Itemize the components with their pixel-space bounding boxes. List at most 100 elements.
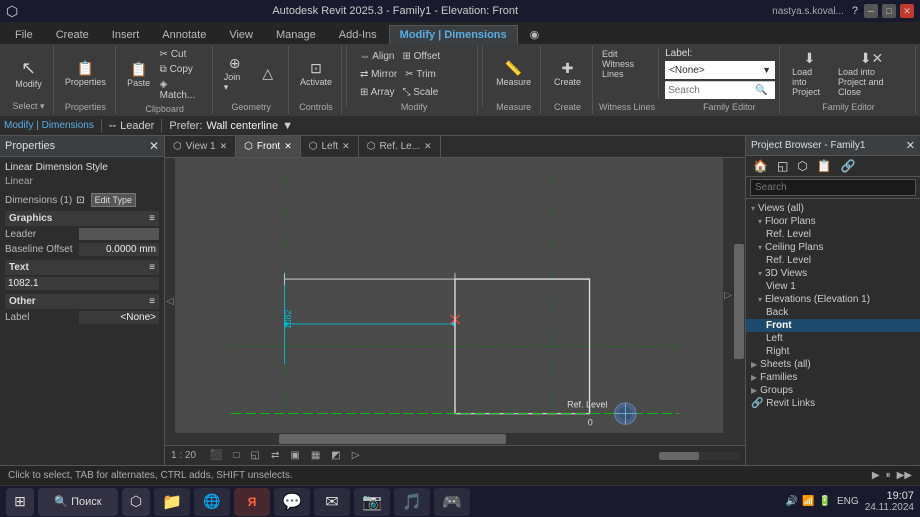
copy-btn[interactable]: ⧉ Copy: [157, 63, 206, 76]
ctrl-icon7[interactable]: ◩: [328, 449, 343, 462]
pb-icon5[interactable]: 🔗: [838, 158, 859, 174]
tab-addins[interactable]: Add-Ins: [328, 25, 388, 44]
ctrl-icon6[interactable]: ▦: [308, 449, 323, 462]
status-icon2[interactable]: ⏸: [886, 470, 891, 481]
tree-item-3d-views[interactable]: ▾ 3D Views: [746, 267, 920, 280]
tree-item-families[interactable]: ▶ Families: [746, 371, 920, 384]
graphics-header[interactable]: Graphics ≡: [5, 211, 159, 226]
activate-btn[interactable]: ⊡ Activate: [296, 59, 336, 89]
reflevel-close[interactable]: ✕: [424, 141, 432, 152]
label-select[interactable]: <None> ▼: [665, 61, 775, 79]
tab-annotate[interactable]: Annotate: [151, 25, 217, 44]
pb-icon1[interactable]: 🏠: [750, 158, 771, 174]
tree-item-ref-level-fp[interactable]: Ref. Level: [746, 228, 920, 241]
ctrl-icon1[interactable]: ⬛: [207, 449, 225, 462]
v-scroll-thumb[interactable]: [734, 244, 744, 359]
battery-icon[interactable]: 🔋: [819, 496, 831, 507]
view-tab-view1[interactable]: ⬡ View 1 ✕: [165, 136, 236, 157]
h-scroll-thumb[interactable]: [279, 434, 506, 444]
matchprop-btn[interactable]: ◈ Match...: [157, 78, 206, 102]
join-btn[interactable]: ⊕ Join ▾: [220, 54, 250, 95]
ctrl-icon2[interactable]: □: [230, 449, 242, 462]
help-btn[interactable]: ?: [852, 5, 858, 17]
taskbar-app-mail[interactable]: ✉: [314, 488, 350, 516]
pb-icon4[interactable]: 📋: [814, 158, 835, 174]
tree-item-front[interactable]: Front: [746, 319, 920, 332]
minimize-btn[interactable]: ─: [864, 4, 878, 18]
canvas-scrollbar-vertical[interactable]: [733, 158, 745, 445]
tab-manage[interactable]: Manage: [265, 25, 327, 44]
edit-witness-btn[interactable]: EditWitness Lines: [599, 48, 652, 80]
taskbar-app-chat[interactable]: 💬: [274, 488, 310, 516]
ctrl-icon4[interactable]: ⇄: [268, 449, 282, 462]
tree-item-elevations[interactable]: ▾ Elevations (Elevation 1): [746, 293, 920, 306]
tree-item-views-all[interactable]: ▾ Views (all): [746, 202, 920, 215]
tree-item-right[interactable]: Right: [746, 345, 920, 358]
tree-item-sheets[interactable]: ▶ Sheets (all): [746, 358, 920, 371]
taskbar-app-music[interactable]: 🎵: [394, 488, 430, 516]
tab-create[interactable]: Create: [45, 25, 100, 44]
taskbar-app-revit[interactable]: Я: [234, 488, 270, 516]
text-header[interactable]: Text ≡: [5, 260, 159, 275]
prefer-dropdown-arrow[interactable]: ▼: [282, 120, 293, 132]
tree-item-floor-plans[interactable]: ▾ Floor Plans: [746, 215, 920, 228]
ctrl-icon3[interactable]: ◱: [248, 449, 263, 462]
project-browser-search-input[interactable]: [750, 179, 916, 196]
clock[interactable]: 19:07 24.11.2024: [865, 490, 914, 513]
ctrl-icon5[interactable]: ▣: [287, 449, 302, 462]
tab-modify-dimensions[interactable]: Modify | Dimensions: [389, 25, 518, 44]
left-close[interactable]: ✕: [342, 141, 350, 152]
network-icon[interactable]: 📶: [802, 496, 814, 507]
ctrl-icon8[interactable]: ▷: [349, 449, 363, 462]
tree-item-left-tree[interactable]: Left: [746, 332, 920, 345]
tree-item-ref-level-cp[interactable]: Ref. Level: [746, 254, 920, 267]
tab-view[interactable]: View: [218, 25, 264, 44]
offset-btn[interactable]: ⊞ Offset: [399, 50, 443, 63]
start-btn[interactable]: ⊞: [6, 488, 34, 516]
tree-item-back[interactable]: Back: [746, 306, 920, 319]
load-into-close-btn[interactable]: ⬇✕ Load intoProject and Close: [834, 49, 909, 99]
left-collapse-handle[interactable]: ◁: [165, 158, 175, 445]
align-btn[interactable]: ⇔ Align: [357, 50, 397, 63]
cut-btn[interactable]: ✂ Cut: [157, 48, 206, 61]
tab-file[interactable]: File: [4, 25, 44, 44]
front-close[interactable]: ✕: [284, 141, 292, 152]
tree-item-groups[interactable]: ▶ Groups: [746, 384, 920, 397]
close-btn[interactable]: ✕: [900, 4, 914, 18]
canvas-area[interactable]: 1082 Ref. Level 0: [165, 158, 745, 445]
load-into-project-btn[interactable]: ⬇ Load intoProject: [788, 49, 831, 99]
create-btn[interactable]: ✚ Create: [550, 59, 585, 89]
view-tab-reflevel[interactable]: ⬡ Ref. Le... ✕: [359, 136, 441, 157]
label-search-input[interactable]: [665, 85, 755, 96]
taskbar-app-photos[interactable]: 📷: [354, 488, 390, 516]
search-btn[interactable]: 🔍 Поиск: [38, 488, 118, 516]
properties-close[interactable]: ✕: [149, 139, 159, 153]
mirror-btn[interactable]: ⇄ Mirror: [357, 68, 400, 81]
tab-options[interactable]: ◉: [519, 24, 551, 44]
taskbar-app-game[interactable]: 🎮: [434, 488, 470, 516]
tree-item-view1[interactable]: View 1: [746, 280, 920, 293]
array-btn[interactable]: ⊞ Array: [357, 86, 398, 99]
view-tab-front[interactable]: ⬡ Front ✕: [236, 136, 301, 157]
trim-btn[interactable]: ✂ Trim: [402, 68, 439, 81]
paste-btn[interactable]: 📋 Paste: [124, 60, 154, 90]
language-indicator[interactable]: ENG: [837, 496, 859, 507]
tab-insert[interactable]: Insert: [101, 25, 151, 44]
view-tab-left[interactable]: ⬡ Left ✕: [301, 136, 359, 157]
geometry-btn2[interactable]: △: [253, 64, 283, 84]
volume-icon[interactable]: 🔊: [786, 496, 798, 507]
modify-btn[interactable]: ↖ Modify: [11, 57, 46, 91]
properties-panel-btn[interactable]: 📋 Properties: [61, 59, 110, 89]
tree-item-ceiling-plans[interactable]: ▾ Ceiling Plans: [746, 241, 920, 254]
pb-icon2[interactable]: ◱: [774, 158, 791, 174]
project-browser-close[interactable]: ✕: [906, 139, 915, 152]
taskbar-app-file[interactable]: 📁: [154, 488, 190, 516]
status-icon3[interactable]: ▶▶: [897, 470, 912, 481]
scale-btn[interactable]: ⤡ Scale: [399, 86, 441, 99]
maximize-btn[interactable]: □: [882, 4, 896, 18]
canvas-scrollbar-horizontal[interactable]: [165, 433, 733, 445]
pb-icon3[interactable]: ⬡: [794, 158, 810, 174]
taskbar-app-edge[interactable]: 🌐: [194, 488, 230, 516]
edit-type-btn[interactable]: Edit Type: [91, 193, 136, 207]
measure-btn[interactable]: 📏 Measure: [492, 59, 535, 89]
